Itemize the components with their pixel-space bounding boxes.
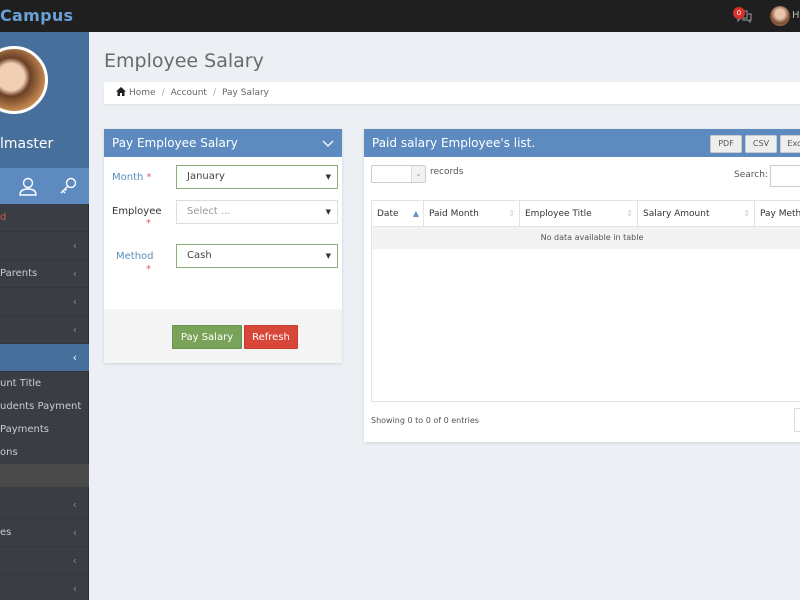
sidebar-item[interactable]: ‹ bbox=[0, 316, 89, 344]
profile-avatar bbox=[0, 46, 48, 114]
chevron-left-icon: ‹ bbox=[72, 239, 77, 252]
sidebar-item[interactable]: ‹ bbox=[0, 288, 89, 316]
sidebar-item-parents[interactable]: Parents ‹ bbox=[0, 260, 89, 288]
chevron-left-icon: ‹ bbox=[72, 582, 77, 595]
sidebar-item-account[interactable]: ‹ bbox=[0, 344, 89, 372]
sidebar-item-label: es bbox=[0, 527, 12, 538]
column-header-pay-method[interactable]: Pay Method bbox=[755, 201, 800, 227]
sidebar-subitem-payments[interactable]: Payments bbox=[0, 418, 89, 441]
sidebar-item[interactable]: ‹ bbox=[0, 547, 89, 575]
empty-table-message: No data available in table bbox=[372, 227, 800, 249]
records-label: records bbox=[430, 167, 464, 177]
sidebar: lmaster d ‹ Parents ‹ ‹ ‹ ‹ unt Title ude… bbox=[0, 32, 89, 600]
pay-salary-panel: Pay Employee Salary Month * January ▼ Emp… bbox=[104, 129, 342, 363]
user-icon[interactable] bbox=[18, 176, 38, 196]
chevron-left-icon: ‹ bbox=[72, 295, 77, 308]
sort-asc-icon: ▲ bbox=[412, 209, 419, 218]
brand-logo[interactable]: Campus bbox=[0, 6, 73, 25]
sidebar-item-label: Parents bbox=[0, 268, 38, 279]
key-icon[interactable] bbox=[58, 176, 78, 196]
breadcrumb-account[interactable]: Account bbox=[171, 88, 207, 98]
profile-name: lmaster bbox=[0, 136, 54, 152]
sort-icon: ⇕ bbox=[743, 209, 750, 218]
pagination[interactable] bbox=[794, 408, 800, 432]
sort-icon: ⇕ bbox=[626, 209, 633, 218]
caret-down-icon: ▼ bbox=[325, 252, 331, 260]
sidebar-profile: lmaster bbox=[0, 32, 89, 168]
user-avatar[interactable] bbox=[770, 6, 790, 26]
sidebar-item[interactable]: es ‹ bbox=[0, 519, 89, 547]
caret-down-icon: ▼ bbox=[325, 173, 331, 181]
sidebar-item[interactable]: ‹ bbox=[0, 232, 89, 260]
breadcrumb: Home / Account / Pay Salary bbox=[116, 87, 269, 98]
chevron-left-icon: ‹ bbox=[72, 267, 77, 280]
chevron-down-icon[interactable] bbox=[322, 129, 334, 157]
panel-title: Pay Employee Salary bbox=[112, 136, 238, 150]
page-title: Employee Salary bbox=[104, 50, 264, 72]
salary-table: Date ▲ Paid Month ⇕ Employee Title ⇕ Salary… bbox=[371, 200, 800, 402]
notification-badge: 0 bbox=[733, 7, 745, 19]
sidebar-subitem-pay-salary[interactable] bbox=[0, 464, 89, 487]
breadcrumb-current: Pay Salary bbox=[222, 88, 270, 98]
column-header-paid-month[interactable]: Paid Month ⇕ bbox=[424, 201, 520, 227]
paid-salary-list-panel: Paid salary Employee's list. PDF CSV Exc… bbox=[364, 129, 800, 442]
required-marker: * bbox=[146, 218, 151, 229]
sidebar-item-label: d bbox=[0, 212, 7, 223]
chevron-left-icon: ‹ bbox=[72, 323, 77, 336]
refresh-button[interactable]: Refresh bbox=[244, 325, 298, 349]
chevron-left-icon: ‹ bbox=[72, 498, 77, 511]
column-header-employee-title[interactable]: Employee Title ⇕ bbox=[520, 201, 638, 227]
method-value: Cash bbox=[187, 250, 212, 261]
export-excel-button[interactable]: Excel bbox=[780, 135, 800, 153]
chevron-left-icon: ‹ bbox=[72, 351, 77, 364]
sort-icon: ⇕ bbox=[508, 209, 515, 218]
chevron-left-icon: ‹ bbox=[72, 526, 77, 539]
panel-title: Paid salary Employee's list. bbox=[372, 136, 536, 150]
profile-tools bbox=[0, 168, 89, 204]
caret-down-icon: ▼ bbox=[325, 208, 331, 216]
chevron-left-icon: ‹ bbox=[72, 554, 77, 567]
sidebar-item[interactable]: ‹ bbox=[0, 491, 89, 519]
table-info: Showing 0 to 0 of 0 entries bbox=[371, 416, 479, 425]
method-label: Method bbox=[116, 251, 154, 262]
column-header-date[interactable]: Date ▲ bbox=[372, 201, 424, 227]
panel-footer: Pay Salary Refresh bbox=[104, 309, 342, 363]
employee-label: Employee bbox=[112, 206, 162, 217]
records-per-page-select[interactable]: ⌄ bbox=[371, 165, 426, 183]
panel-header: Pay Employee Salary bbox=[104, 129, 342, 157]
breadcrumb-separator: / bbox=[212, 88, 217, 98]
breadcrumb-home[interactable]: Home bbox=[129, 88, 156, 98]
sidebar-item[interactable]: ‹ bbox=[0, 575, 89, 600]
breadcrumb-bar: Home/Account/Pay Salary /03:04 pm 15 bbox=[104, 82, 800, 104]
export-csv-button[interactable]: CSV bbox=[745, 135, 777, 153]
employee-placeholder: Select ... bbox=[187, 206, 231, 217]
home-icon bbox=[116, 87, 126, 96]
user-name[interactable]: H bbox=[792, 10, 800, 21]
pay-salary-button[interactable]: Pay Salary bbox=[172, 325, 242, 349]
sidebar-subitem-account-title[interactable]: unt Title bbox=[0, 372, 89, 395]
column-header-salary-amount[interactable]: Salary Amount ⇕ bbox=[638, 201, 755, 227]
required-marker: * bbox=[146, 264, 151, 275]
sidebar-subitem-students-payment[interactable]: udents Payment bbox=[0, 395, 89, 418]
sidebar-item-dashboard[interactable]: d bbox=[0, 204, 89, 232]
employee-select[interactable]: Select ... ▼ bbox=[176, 200, 338, 224]
table-header: Date ▲ Paid Month ⇕ Employee Title ⇕ Salary… bbox=[372, 201, 800, 227]
chevron-down-icon: ⌄ bbox=[411, 166, 425, 182]
month-select[interactable]: January ▼ bbox=[176, 165, 338, 189]
sidebar-subitem-options[interactable]: ons bbox=[0, 441, 89, 464]
export-pdf-button[interactable]: PDF bbox=[710, 135, 742, 153]
method-select[interactable]: Cash ▼ bbox=[176, 244, 338, 268]
breadcrumb-separator: / bbox=[161, 88, 165, 98]
search-input[interactable] bbox=[770, 165, 800, 187]
month-value: January bbox=[187, 171, 225, 182]
top-navbar: Campus 0 H bbox=[0, 0, 800, 32]
sidebar-menu: d ‹ Parents ‹ ‹ ‹ ‹ unt Title udents Paym… bbox=[0, 204, 89, 600]
month-label: Month * bbox=[112, 172, 152, 183]
search-label: Search: bbox=[734, 170, 768, 180]
